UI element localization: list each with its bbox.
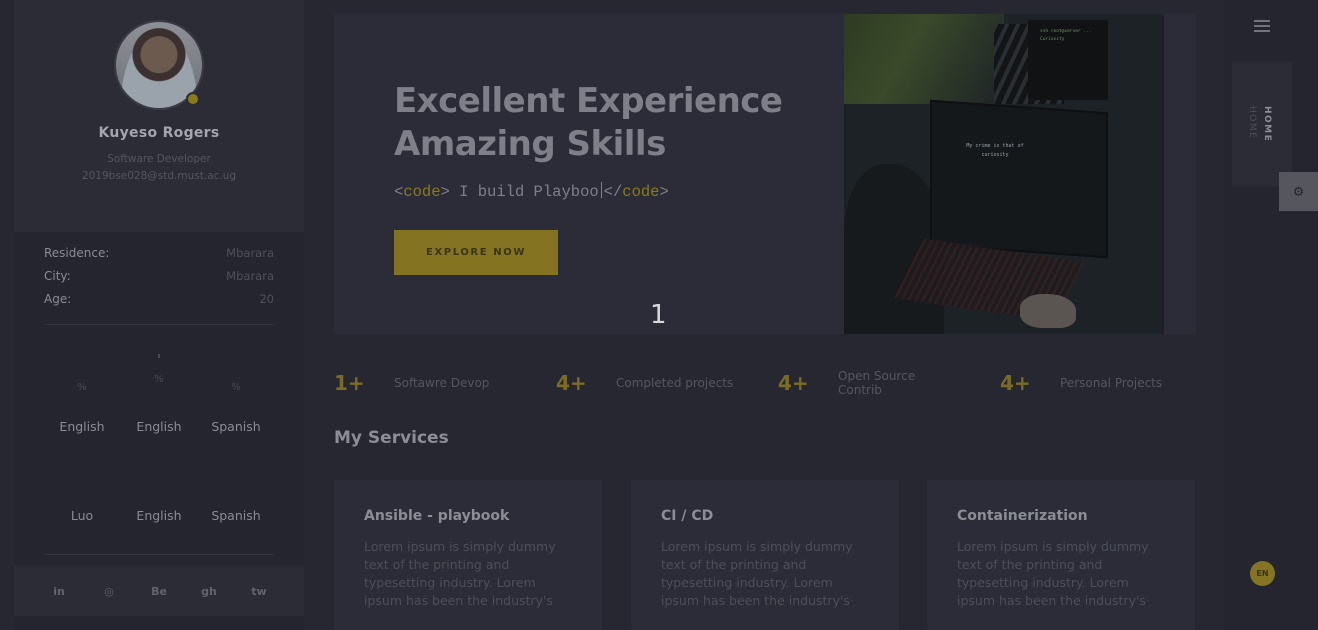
image-monitor <box>930 99 1108 259</box>
stat-item: 4+ Open Source Contrib <box>778 366 928 400</box>
language-item: Luo <box>44 443 120 523</box>
language-tick <box>158 354 160 358</box>
profile-card: Kuyeso Rogers Software Developer 2019bse… <box>14 0 304 232</box>
language-name: Spanish <box>211 508 261 523</box>
stat-label: Personal Projects <box>1060 376 1163 390</box>
sidebar: Kuyeso Rogers Software Developer 2019bse… <box>14 0 304 630</box>
info-row-residence: Residence: Mbarara <box>44 246 274 269</box>
info-value: Mbarara <box>226 246 274 260</box>
language-badge[interactable]: EN <box>1250 561 1275 586</box>
stat-number: 1+ <box>334 371 365 395</box>
info-label: Residence: <box>44 246 110 260</box>
behance-icon[interactable]: Be <box>149 585 169 598</box>
stat-item: 1+ Softawre Devop <box>334 366 489 400</box>
hero-image: ssh root@server ... Curiosity My crime i… <box>844 14 1164 334</box>
service-card[interactable]: Ansible - playbook Lorem ipsum is simply… <box>334 480 602 630</box>
stat-label: Completed projects <box>616 376 734 390</box>
language-grid-secondary: Luo English Spanish <box>44 443 274 523</box>
info-value: Mbarara <box>226 269 274 283</box>
info-row-age: Age: 20 <box>44 292 274 315</box>
stat-label: Open Source Contrib <box>838 369 916 397</box>
service-name: Ansible - playbook <box>364 508 510 524</box>
stat-item: 4+ Personal Projects <box>1000 366 1162 400</box>
code-text: I build Playboo <box>449 183 599 201</box>
language-grid-primary: % English % English % Spanish <box>44 354 274 434</box>
service-text: Lorem ipsum is simply dummy text of the … <box>364 539 556 608</box>
language-name: Spanish <box>211 419 261 434</box>
hero-banner: Excellent Experience Amazing Skills <cod… <box>334 14 1196 334</box>
service-name: CI / CD <box>661 508 714 524</box>
image-screen-secondary-text: ssh root@server ... Curiosity <box>1040 29 1092 42</box>
services-title: My Services <box>334 428 449 448</box>
language-name: English <box>59 419 105 434</box>
language-name: Luo <box>70 508 94 523</box>
code-open-lt: < <box>394 183 404 201</box>
info-value: 20 <box>259 292 274 306</box>
language-item: % English <box>44 354 120 434</box>
stat-label: Softawre Devop <box>394 376 490 390</box>
code-close-word: code <box>622 183 660 201</box>
twitter-icon[interactable]: tw <box>249 585 269 598</box>
language-item: Spanish <box>198 443 274 523</box>
info-label: Age: <box>44 292 72 306</box>
page-number: 1 <box>650 300 667 330</box>
language-percent: % <box>231 382 241 393</box>
stat-number: 4+ <box>556 371 587 395</box>
stat-number: 4+ <box>778 371 809 395</box>
image-hands <box>1020 294 1076 328</box>
stat-number: 4+ <box>1000 371 1031 395</box>
social-bar: in ◎ Be gh tw <box>14 566 304 616</box>
language-item: English <box>121 443 197 523</box>
hero-typewriter: <code> I build Playboo </code> <box>394 182 669 201</box>
info-row-city: City: Mbarara <box>44 269 274 292</box>
profile-role: Software Developer <box>107 153 211 165</box>
nav-home-label[interactable]: HOME <box>1262 106 1272 142</box>
github-icon[interactable]: gh <box>199 585 219 598</box>
divider <box>44 324 274 325</box>
language-percent: % <box>154 374 164 385</box>
service-text: Lorem ipsum is simply dummy text of the … <box>661 539 853 608</box>
code-open-gt: > <box>440 183 450 201</box>
explore-now-button[interactable]: EXPLORE NOW <box>394 230 558 275</box>
divider <box>44 554 274 555</box>
avatar-wrap <box>114 20 204 110</box>
info-label: City: <box>44 269 71 283</box>
gear-icon: ⚙ <box>1292 184 1305 199</box>
info-list: Residence: Mbarara City: Mbarara Age: 20 <box>44 246 274 315</box>
language-name: English <box>136 508 182 523</box>
language-item: % Spanish <box>198 354 274 434</box>
code-close-gt: > <box>659 183 669 201</box>
language-item: % English <box>121 354 197 434</box>
stats-row: 1+ Softawre Devop 4+ Completed projects … <box>334 366 1196 400</box>
image-monitor-text: My crime is that of curiosity <box>966 143 1024 158</box>
status-dot <box>186 92 200 106</box>
service-card[interactable]: Containerization Lorem ipsum is simply d… <box>927 480 1195 630</box>
profile-name: Kuyeso Rogers <box>98 125 220 141</box>
service-name: Containerization <box>957 508 1088 524</box>
hero-title-line1: Excellent Experience <box>394 81 783 121</box>
code-close-lt: </ <box>603 183 623 201</box>
settings-button[interactable]: ⚙ <box>1279 172 1318 211</box>
code-open-word: code <box>403 183 441 201</box>
hero-title: Excellent Experience Amazing Skills <box>394 80 854 166</box>
nav-home-label-ghost: HOME <box>1247 106 1257 140</box>
dribbble-icon[interactable]: ◎ <box>99 585 119 598</box>
menu-icon[interactable] <box>1254 20 1270 34</box>
hero-title-line2: Amazing Skills <box>394 124 666 164</box>
text-cursor <box>600 182 602 198</box>
language-percent: % <box>77 382 87 393</box>
language-name: English <box>136 419 182 434</box>
service-card[interactable]: CI / CD Lorem ipsum is simply dummy text… <box>631 480 899 630</box>
profile-email: 2019bse028@std.must.ac.ug <box>81 170 237 182</box>
stat-item: 4+ Completed projects <box>556 366 733 400</box>
image-glow <box>844 14 1004 104</box>
linkedin-icon[interactable]: in <box>49 585 69 598</box>
service-text: Lorem ipsum is simply dummy text of the … <box>957 539 1149 608</box>
